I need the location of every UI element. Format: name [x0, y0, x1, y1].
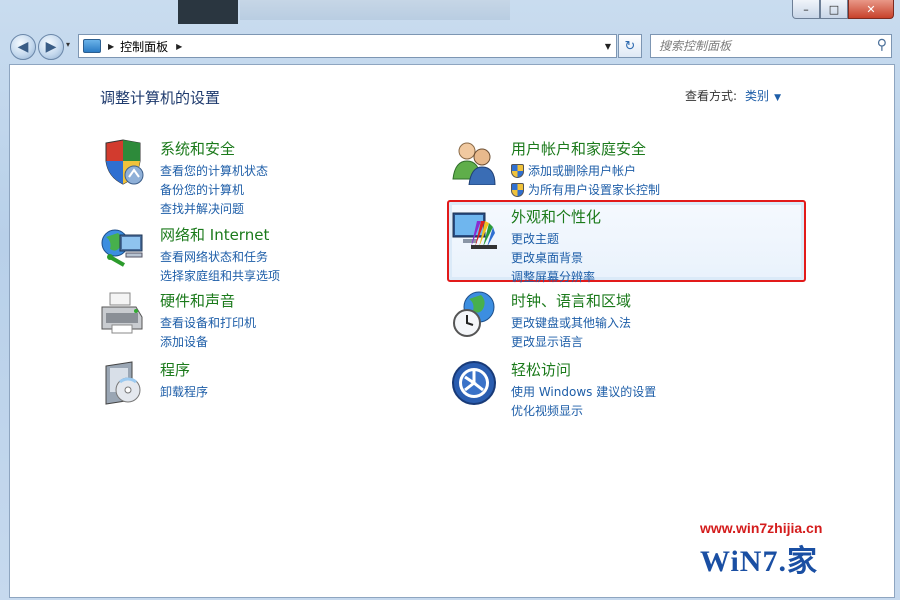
refresh-icon: ↻ — [624, 38, 636, 54]
highlight-box — [447, 200, 806, 282]
category-title[interactable]: 外观和个性化 — [511, 206, 601, 227]
background-window-fragment — [178, 0, 238, 24]
main-content: 调整计算机的设置 查看方式: 类别 ▼ 系统和安全 查看您的计算机状态 备份您的计算… — [9, 64, 895, 598]
link-adjust-resolution[interactable]: 调整屏幕分辨率 — [511, 267, 595, 286]
link-devices-printers[interactable]: 查看设备和打印机 — [160, 313, 256, 332]
minimize-button[interactable]: – — [792, 0, 820, 19]
clock-globe-icon — [453, 291, 495, 337]
ease-of-access-icon — [452, 361, 496, 405]
link-change-desktop-background[interactable]: 更改桌面背景 — [511, 248, 595, 267]
address-bar[interactable]: ▶ 控制面板 ▶ ▼ — [78, 34, 617, 58]
link-add-device[interactable]: 添加设备 — [160, 332, 256, 351]
category-title[interactable]: 时钟、语言和区域 — [511, 290, 631, 311]
control-panel-icon — [83, 39, 101, 53]
link-label[interactable]: 为所有用户设置家长控制 — [528, 181, 660, 198]
link-change-keyboard[interactable]: 更改键盘或其他输入法 — [511, 313, 631, 332]
refresh-button[interactable]: ↻ — [618, 34, 642, 58]
link-windows-recommended-settings[interactable]: 使用 Windows 建议的设置 — [511, 382, 656, 401]
category-title[interactable]: 网络和 Internet — [160, 224, 269, 245]
uac-shield-icon — [511, 163, 524, 178]
category-title[interactable]: 用户帐户和家庭安全 — [511, 138, 646, 159]
close-button[interactable]: ✕ — [848, 0, 894, 19]
window-frame: – □ ✕ ◀ ▶ ▾ ▶ 控制面板 ▶ ▼ ↻ ⚲ 调整计算机的设置 查看方式… — [0, 0, 900, 600]
category-title[interactable]: 轻松访问 — [511, 359, 571, 380]
link-change-display-language[interactable]: 更改显示语言 — [511, 332, 631, 351]
page-title: 调整计算机的设置 — [100, 89, 221, 107]
link-view-computer-status[interactable]: 查看您的计算机状态 — [160, 161, 268, 180]
category-title[interactable]: 程序 — [160, 359, 190, 380]
programs-disc-icon — [105, 361, 141, 405]
forward-button[interactable]: ▶ — [38, 34, 64, 60]
search-input[interactable] — [657, 35, 866, 57]
watermark-logo: WiN7.家 — [700, 545, 818, 578]
link-change-theme[interactable]: 更改主题 — [511, 229, 595, 248]
shield-icon — [105, 139, 144, 185]
forward-arrow-icon: ▶ — [45, 39, 57, 55]
breadcrumb-control-panel[interactable]: 控制面板 — [120, 38, 168, 55]
link-parental-controls[interactable]: 为所有用户设置家长控制 — [511, 180, 660, 199]
uac-shield-icon — [511, 182, 524, 197]
watermark-url: www.win7zhijia.cn — [700, 520, 823, 536]
link-troubleshoot[interactable]: 查找并解决问题 — [160, 199, 268, 218]
view-by: 查看方式: 类别 ▼ — [685, 87, 781, 104]
search-icon[interactable]: ⚲ — [877, 37, 887, 53]
link-network-status[interactable]: 查看网络状态和任务 — [160, 247, 280, 266]
maximize-button[interactable]: □ — [820, 0, 848, 19]
chevron-down-icon[interactable]: ▼ — [774, 93, 781, 103]
background-window-strip — [240, 0, 510, 20]
network-globe-icon — [101, 229, 143, 267]
monitor-palette-icon — [452, 212, 497, 249]
view-by-label: 查看方式: — [685, 89, 738, 103]
link-backup-computer[interactable]: 备份您的计算机 — [160, 180, 268, 199]
back-button[interactable]: ◀ — [10, 34, 36, 60]
address-dropdown-icon[interactable]: ▼ — [605, 42, 611, 51]
link-label[interactable]: 添加或删除用户帐户 — [528, 162, 636, 179]
category-title[interactable]: 系统和安全 — [160, 138, 235, 159]
back-arrow-icon: ◀ — [17, 39, 29, 55]
breadcrumb-separator[interactable]: ▶ — [108, 42, 114, 51]
link-add-remove-accounts[interactable]: 添加或删除用户帐户 — [511, 161, 660, 180]
window-controls: – □ ✕ — [792, 0, 894, 20]
link-uninstall-program[interactable]: 卸载程序 — [160, 382, 208, 401]
recent-pages-dropdown[interactable]: ▾ — [66, 40, 70, 49]
link-homegroup-sharing[interactable]: 选择家庭组和共享选项 — [160, 266, 280, 285]
search-box[interactable]: ⚲ — [650, 34, 892, 58]
view-by-dropdown[interactable]: 类别 — [745, 89, 769, 103]
breadcrumb-separator[interactable]: ▶ — [176, 42, 182, 51]
link-optimize-visual-display[interactable]: 优化视频显示 — [511, 401, 656, 420]
site-watermark: www.win7zhijia.cn WiN7.家 — [700, 520, 880, 580]
category-title[interactable]: 硬件和声音 — [160, 290, 235, 311]
users-icon — [452, 142, 496, 185]
printer-icon — [101, 292, 143, 334]
